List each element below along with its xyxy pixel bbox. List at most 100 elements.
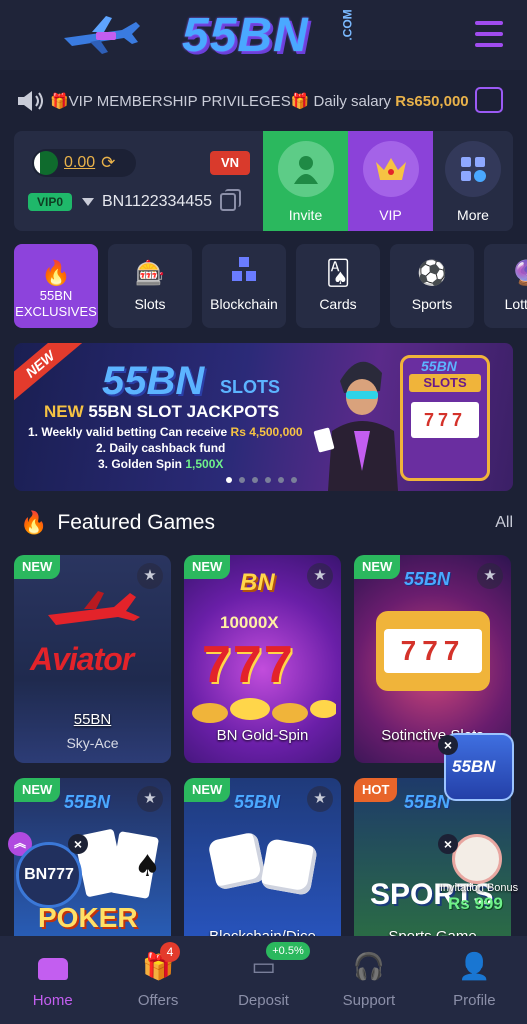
carousel-dot[interactable] [239, 477, 245, 483]
nav-offers[interactable]: 🎁 Offers [105, 936, 210, 1024]
profile-icon: 👤 [458, 951, 491, 981]
new-badge: NEW [354, 555, 401, 579]
chevron-down-icon[interactable] [82, 198, 94, 206]
banner-line-3: 3. Golden Spin 1,500X [98, 457, 223, 471]
speaker-icon [18, 91, 43, 111]
balance-amount: 0.00 [64, 154, 96, 171]
category-slots[interactable]: 🎰 Slots [108, 244, 192, 328]
banner-line-1-text: 1. Weekly valid betting Can receive [28, 425, 231, 439]
multiplier-art-text: 10000X [220, 613, 279, 632]
language-button[interactable]: VN [210, 151, 250, 175]
prize-wheel-icon [452, 834, 502, 884]
banner-line-3-amount: 1,500X [185, 457, 224, 471]
plane-art-icon [48, 591, 140, 625]
nav-support[interactable]: 🎧 Support [316, 936, 421, 1024]
dice-icon [207, 831, 267, 891]
vip-label: VIP [379, 207, 402, 223]
game-card-bn-gold-spin[interactable]: NEW ★ BN 10000X 777 BN Gold-Spin [184, 555, 341, 763]
aviator-art-text: Aviator [30, 641, 134, 677]
promo-banner[interactable]: NEW 55BN SLOTS NEW 55BN SLOT JACKPOTS 1.… [14, 343, 513, 491]
crown-icon [362, 141, 419, 197]
plane-logo-icon [64, 16, 140, 54]
category-cards[interactable]: 🂡 Cards [296, 244, 380, 328]
close-icon[interactable]: × [438, 834, 458, 854]
more-button[interactable]: More [433, 131, 513, 231]
person-icon [277, 141, 334, 197]
hot-badge: HOT [354, 778, 398, 802]
game-art-logo: 55BN [404, 792, 451, 812]
carousel-dot[interactable] [226, 477, 232, 483]
new-badge: NEW [14, 778, 61, 802]
close-icon[interactable]: × [438, 735, 458, 755]
game-card-sotinctive-slots[interactable]: NEW ★ 55BN 777 Sotinctive Slots [354, 555, 511, 763]
marquee-text: 🎁VIP MEMBERSHIP PRIVILEGES🎁 Daily salary… [50, 92, 469, 110]
category-lottery[interactable]: 🔮 Lottery [484, 244, 527, 328]
banner-line-1: 1. Weekly valid betting Can receive Rs 4… [28, 425, 303, 439]
flame-icon: 🔥 [20, 510, 48, 535]
category-label: Sports [411, 296, 453, 312]
more-label: More [457, 207, 489, 223]
star-icon[interactable]: ★ [137, 786, 163, 812]
slot-machine-art: 777 [376, 611, 490, 691]
deposit-bonus-badge: +0.5% [266, 942, 310, 960]
vip-button[interactable]: VIP [348, 131, 433, 231]
lottery-ball-icon: 🔮 [511, 260, 527, 287]
featured-header: 🔥 Featured Games All [20, 508, 513, 538]
nav-label: Deposit [238, 992, 289, 1009]
machine-reels: 777 [411, 402, 479, 438]
close-icon[interactable]: × [68, 834, 88, 854]
new-badge: NEW [14, 555, 61, 579]
account-panel: 0.00 ⟳ VN VIP0 BN1122334455 Invite VIP M… [14, 131, 513, 231]
announcement-marquee[interactable]: 🎁VIP MEMBERSHIP PRIVILEGES🎁 Daily salary… [0, 78, 527, 124]
nav-profile[interactable]: 👤 Profile [422, 936, 527, 1024]
banner-title-prefix: NEW [44, 402, 84, 421]
category-label: Lottery [504, 296, 527, 312]
game-name: BN Gold-Spin [216, 727, 309, 744]
machine-label: SLOTS [409, 374, 481, 392]
star-icon[interactable]: ★ [477, 563, 503, 589]
floating-promo-logo: 55BN [452, 757, 496, 776]
category-label: Blockchain [210, 296, 278, 312]
hamburger-menu-icon[interactable] [475, 21, 503, 47]
brand-logo[interactable]: 55BN [182, 8, 309, 64]
invitation-bonus-label: Invitation Bonus [439, 882, 519, 894]
carousel-dot[interactable] [291, 477, 297, 483]
nav-label: Home [32, 992, 73, 1009]
category-blockchain[interactable]: Blockchain [202, 244, 286, 328]
slot-777-icon: 🎰 [135, 260, 165, 287]
carousel-dots[interactable] [226, 477, 297, 483]
game-name: 55BN [73, 711, 112, 728]
copy-icon[interactable] [220, 189, 241, 211]
category-55bn-exclusives[interactable]: 🔥 55BN EXCLUSIVES [14, 244, 98, 328]
nav-home[interactable]: Home [0, 936, 105, 1024]
star-icon[interactable]: ★ [307, 786, 333, 812]
carousel-dot[interactable] [278, 477, 284, 483]
carousel-dot[interactable] [252, 477, 258, 483]
balance-pill[interactable]: 0.00 ⟳ [32, 149, 136, 177]
banner-title-rest: 55BN SLOT JACKPOTS [83, 402, 280, 421]
banner-line-3-text: 3. Golden Spin [98, 457, 186, 471]
mail-icon[interactable] [475, 87, 503, 113]
game-art-logo: BN [240, 569, 275, 596]
banner-logo-sub: SLOTS [220, 377, 281, 397]
app-page: 55BN .COM 🎁VIP MEMBERSHIP PRIVILEGES🎁 Da… [0, 0, 527, 1024]
game-art-logo: 55BN [234, 792, 281, 812]
carousel-dot[interactable] [265, 477, 271, 483]
brand-logo-suffix: .COM [340, 9, 355, 41]
slot-reels: 777 [384, 629, 482, 673]
invite-button[interactable]: Invite [263, 131, 348, 231]
offers-count-badge: 4 [160, 942, 180, 962]
character-illustration [313, 361, 398, 491]
game-card-aviator[interactable]: NEW ★ Aviator 55BN Sky-Ace [14, 555, 171, 763]
soccer-ball-icon: ⚽ [417, 260, 447, 287]
category-label: 55BN EXCLUSIVES [15, 288, 97, 319]
banner-line-2: 2. Daily cashback fund [96, 441, 226, 455]
game-art-logo: 55BN [404, 569, 451, 589]
category-sports[interactable]: ⚽ Sports [390, 244, 474, 328]
star-icon[interactable]: ★ [307, 563, 333, 589]
refresh-icon[interactable]: ⟳ [101, 153, 115, 173]
view-all-link[interactable]: All [495, 514, 513, 532]
nav-label: Profile [453, 992, 496, 1009]
category-label: Cards [319, 296, 357, 312]
svg-text:♠: ♠ [134, 849, 161, 884]
